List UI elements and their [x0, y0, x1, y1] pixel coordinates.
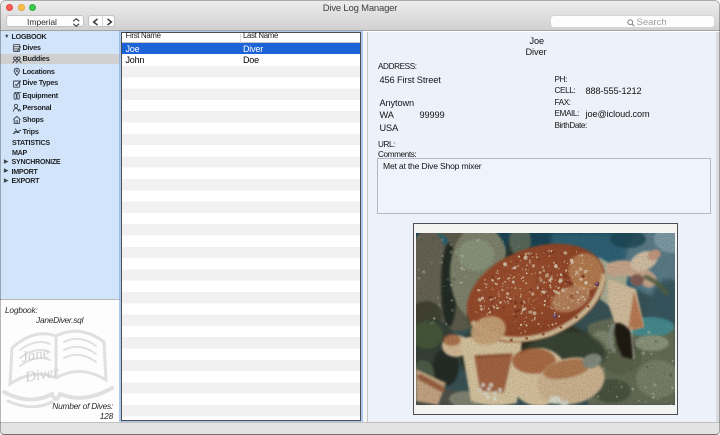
svg-text:Jane: Jane: [20, 345, 51, 366]
svg-text:Diver: Diver: [23, 364, 61, 386]
